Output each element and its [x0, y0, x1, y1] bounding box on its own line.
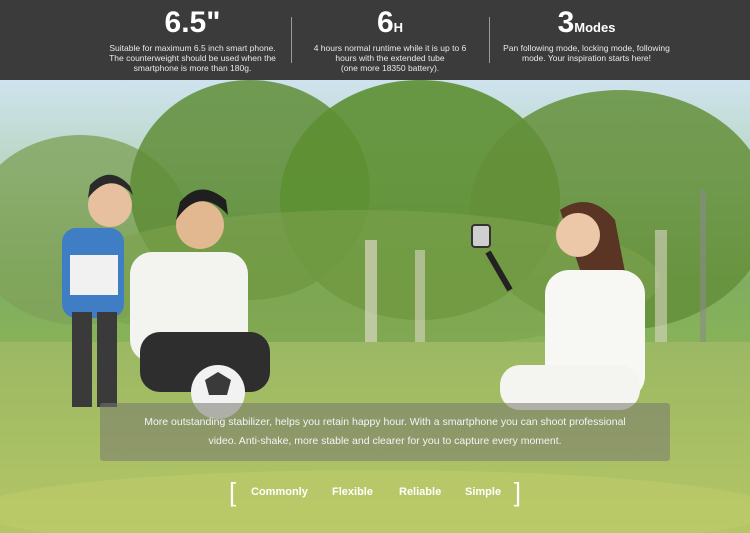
spec-unit: H: [393, 20, 404, 35]
spec-value: 6: [376, 6, 394, 39]
caption-line: video. Anti-shake, more stable and clear…: [208, 435, 562, 447]
hero-photo: [0, 80, 750, 533]
spec-screen-size: 6.5" Suitable for maximum 6.5 inch smart…: [95, 6, 290, 74]
close-bracket: ]: [513, 477, 521, 507]
tag-commonly: Commonly: [251, 486, 308, 498]
spec-bar: 6.5" Suitable for maximum 6.5 inch smart…: [0, 0, 750, 80]
open-bracket: [: [229, 477, 237, 507]
spec-divider: [291, 17, 292, 63]
spec-modes: 3Modes Pan following mode, locking mode,…: [493, 6, 680, 64]
spec-divider: [489, 17, 490, 63]
tag-simple: Simple: [465, 486, 502, 498]
tag-flexible: Flexible: [332, 486, 373, 498]
park-scene-illustration: [0, 80, 750, 533]
caption-box: More outstanding stabilizer, helps you r…: [100, 403, 670, 461]
tag-reliable: Reliable: [399, 486, 442, 498]
spec-runtime: 6H 4 hours normal runtime while it is up…: [300, 6, 480, 74]
caption-line: More outstanding stabilizer, helps you r…: [144, 416, 626, 428]
feature-tags: [ Commonly Flexible Reliable Simple ]: [229, 478, 521, 508]
spec-description: Pan following mode, locking mode, follow…: [503, 43, 670, 63]
spec-unit: Modes: [574, 20, 616, 35]
spec-description: Suitable for maximum 6.5 inch smart phon…: [109, 43, 276, 73]
spec-value: 3: [557, 6, 575, 39]
spec-description: 4 hours normal runtime while it is up to…: [313, 43, 467, 73]
spec-value: 6.5": [164, 6, 221, 39]
